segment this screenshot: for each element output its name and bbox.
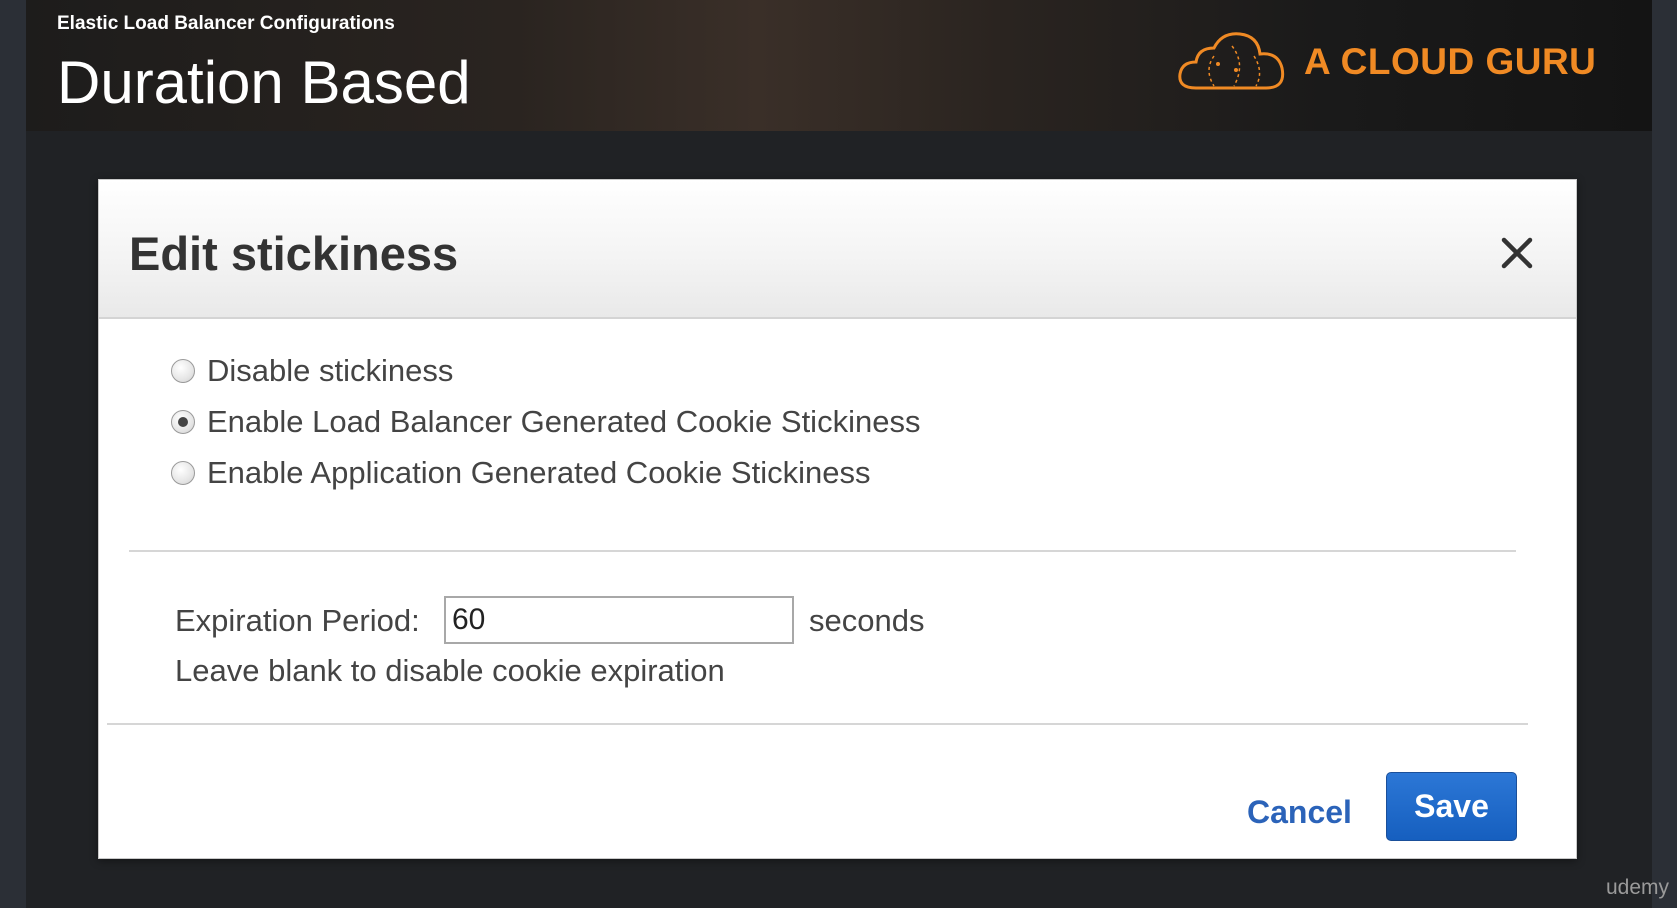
slide-subtitle: Elastic Load Balancer Configurations (57, 13, 395, 34)
expiration-period-input[interactable] (444, 596, 794, 644)
video-frame: Elastic Load Balancer Configurations Dur… (26, 0, 1652, 908)
option-label: Enable Load Balancer Generated Cookie St… (207, 404, 921, 439)
close-icon[interactable] (1499, 235, 1535, 271)
option-disable-stickiness[interactable]: Disable stickiness (171, 351, 453, 391)
radio-button-selected[interactable] (171, 410, 195, 434)
save-button[interactable]: Save (1386, 772, 1517, 841)
edit-stickiness-dialog: Edit stickiness Disable stickiness Enabl… (98, 179, 1577, 859)
cloud-icon (1178, 32, 1285, 90)
expiration-unit: seconds (809, 603, 925, 638)
radio-button[interactable] (171, 359, 195, 383)
expiration-help-text: Leave blank to disable cookie expiration (175, 653, 725, 688)
radio-button[interactable] (171, 461, 195, 485)
udemy-watermark: udemy (1605, 876, 1669, 899)
section-divider (129, 550, 1516, 552)
dialog-header: Edit stickiness (99, 180, 1576, 319)
cancel-button[interactable]: Cancel (1247, 794, 1352, 831)
expiration-period-label: Expiration Period: (175, 603, 420, 638)
brand-name: A CLOUD GURU (1304, 41, 1597, 82)
option-label: Enable Application Generated Cookie Stic… (207, 455, 871, 490)
brand-logo: A CLOUD GURU (1174, 26, 1614, 96)
slide-title: Duration Based (57, 49, 471, 116)
slide-header: Elastic Load Balancer Configurations Dur… (26, 0, 1652, 131)
option-app-generated-cookie[interactable]: Enable Application Generated Cookie Stic… (171, 453, 870, 493)
footer-divider (107, 723, 1528, 725)
option-lb-generated-cookie[interactable]: Enable Load Balancer Generated Cookie St… (171, 402, 920, 442)
option-label: Disable stickiness (207, 353, 454, 388)
dialog-title: Edit stickiness (129, 227, 459, 280)
